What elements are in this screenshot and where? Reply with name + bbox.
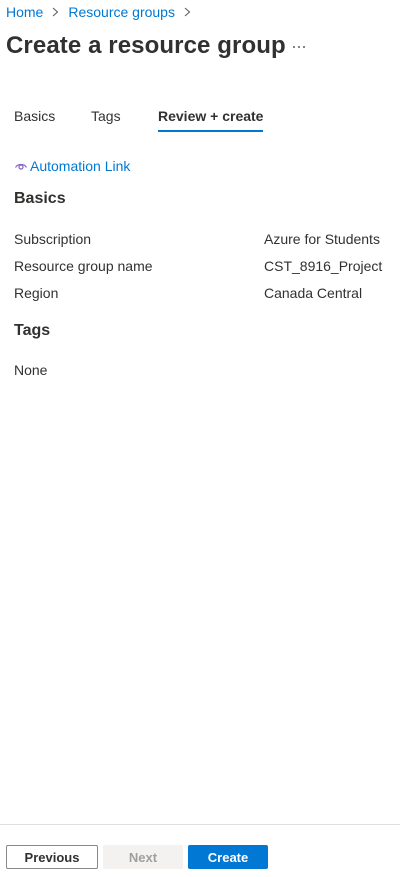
wizard-tabs: Basics Tags Review + create xyxy=(14,104,264,132)
tab-tags[interactable]: Tags xyxy=(91,104,158,132)
tab-basics[interactable]: Basics xyxy=(14,104,91,132)
next-button[interactable]: Next xyxy=(103,845,183,869)
previous-button[interactable]: Previous xyxy=(6,845,98,869)
tags-value: None xyxy=(14,362,48,378)
summary-value: Canada Central xyxy=(264,285,363,301)
summary-value: CST_8916_Project xyxy=(264,258,383,274)
chevron-right-icon xyxy=(52,7,59,17)
summary-value: Azure for Students xyxy=(264,231,380,247)
summary-label: Subscription xyxy=(14,231,92,247)
chevron-right-icon xyxy=(184,7,191,17)
page-title: Create a resource group xyxy=(6,32,286,59)
more-options-button[interactable] xyxy=(290,36,308,54)
breadcrumb: Home Resource groups xyxy=(6,3,200,21)
section-heading-basics: Basics xyxy=(14,190,66,207)
tab-review-create[interactable]: Review + create xyxy=(158,104,264,132)
footer-divider xyxy=(0,824,400,825)
breadcrumb-home-link[interactable]: Home xyxy=(6,3,43,21)
eye-icon xyxy=(14,159,28,173)
section-heading-tags: Tags xyxy=(14,322,51,339)
ellipsis-icon xyxy=(292,36,306,54)
automation-link[interactable]: Automation Link xyxy=(14,158,130,174)
automation-link-label: Automation Link xyxy=(30,158,131,174)
create-button[interactable]: Create xyxy=(188,845,268,869)
summary-label: Resource group name xyxy=(14,258,153,274)
summary-label: Region xyxy=(14,285,59,301)
breadcrumb-resource-groups-link[interactable]: Resource groups xyxy=(68,3,175,21)
